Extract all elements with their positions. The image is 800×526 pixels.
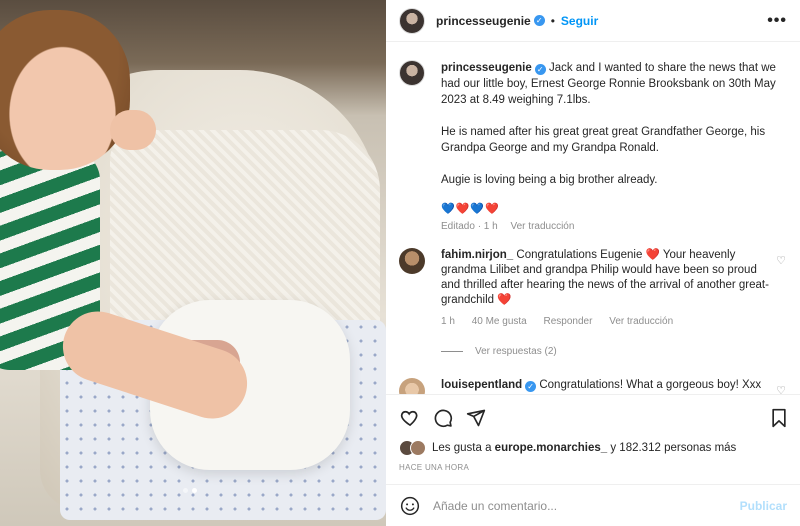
comment-item: louisepentland ✓ Congratulations! What a … — [399, 378, 794, 394]
caption-text: princesseugenie ✓ Jack and I wanted to sh… — [441, 60, 794, 188]
instagram-post-modal: princesseugenie ✓ • Seguir ••• princesse… — [0, 0, 800, 526]
likes-text: Les gusta a europe.monarchies_ y 182.312… — [432, 442, 736, 454]
toddler-head — [0, 10, 130, 170]
comment-input[interactable] — [433, 498, 713, 513]
caption-author-avatar[interactable] — [399, 60, 425, 86]
comment-like-icon[interactable]: ♡ — [776, 254, 786, 267]
caption-emojis: 💙❤️💙❤️ — [441, 203, 500, 215]
toddler-hand — [110, 110, 156, 150]
header-separator: • — [550, 13, 555, 28]
commenter-avatar[interactable] — [399, 378, 425, 394]
post-caption: princesseugenie ✓ Jack and I wanted to sh… — [399, 60, 794, 232]
verified-icon: ✓ — [525, 381, 537, 392]
comment-translate-link[interactable]: Ver traducción — [609, 316, 673, 327]
commenter-username[interactable]: fahim.nirjon_ — [441, 249, 513, 261]
see-translation-link[interactable]: Ver traducción — [511, 221, 575, 232]
verified-icon: ✓ — [533, 15, 545, 26]
edited-label: Editado · 1 h — [441, 221, 498, 232]
share-icon[interactable] — [465, 407, 487, 429]
save-icon[interactable] — [768, 407, 790, 429]
comment-meta: 1 h 40 Me gusta Responder Ver traducción — [441, 316, 794, 327]
carousel-dot-active — [192, 488, 197, 493]
post-header: princesseugenie ✓ • Seguir ••• — [386, 0, 800, 42]
author-avatar[interactable] — [399, 7, 425, 34]
likes-user[interactable]: europe.monarchies_ — [495, 442, 607, 454]
comment-item: fahim.nirjon_ Congratulations Eugenie ❤️… — [399, 248, 794, 327]
replies-divider — [441, 351, 463, 352]
caption-paragraph-2: He is named after his great great great … — [441, 126, 766, 154]
comments-scroll-area[interactable]: princesseugenie ✓ Jack and I wanted to sh… — [386, 42, 800, 394]
heart-icon[interactable] — [399, 407, 421, 429]
view-replies-label: Ver respuestas (2) — [475, 346, 557, 357]
action-bar — [386, 394, 800, 438]
verified-icon: ✓ — [534, 64, 546, 75]
caption-paragraph-3: Augie is loving being a big brother alre… — [441, 174, 658, 186]
likes-summary[interactable]: Les gusta a europe.monarchies_ y 182.312… — [399, 440, 736, 456]
comment-text: Congratulations! What a gorgeous boy! Xx… — [539, 379, 762, 391]
caption-meta: Editado · 1 h Ver traducción — [441, 221, 794, 232]
emoji-icon[interactable] — [399, 495, 421, 517]
comment-icon[interactable] — [432, 407, 454, 429]
post-timestamp: HACE UNA HORA — [399, 463, 470, 472]
carousel-dots — [183, 488, 197, 493]
caption-username[interactable]: princesseugenie — [441, 62, 532, 74]
more-options-icon[interactable]: ••• — [767, 12, 787, 30]
reply-button[interactable]: Responder — [544, 316, 593, 327]
comment-time: 1 h — [441, 316, 455, 327]
commenter-username[interactable]: louisepentland — [441, 379, 522, 391]
comment-body: fahim.nirjon_ Congratulations Eugenie ❤️… — [441, 248, 794, 308]
carousel-dot — [183, 488, 188, 493]
publish-button[interactable]: Publicar — [740, 499, 787, 513]
likes-suffix[interactable]: y 182.312 personas más — [610, 442, 736, 454]
view-replies-button[interactable]: Ver respuestas (2) — [441, 346, 557, 357]
post-side-panel: princesseugenie ✓ • Seguir ••• princesse… — [386, 0, 800, 526]
liker-avatar — [410, 440, 426, 456]
commenter-avatar[interactable] — [399, 248, 425, 274]
author-username[interactable]: princesseugenie — [436, 14, 531, 28]
comment-likes-count[interactable]: 40 Me gusta — [472, 316, 527, 327]
comment-like-icon[interactable]: ♡ — [776, 384, 786, 394]
likes-prefix: Les gusta a — [432, 442, 492, 454]
add-comment-bar: Publicar — [386, 484, 800, 526]
post-photo[interactable] — [0, 0, 386, 526]
comment-body: louisepentland ✓ Congratulations! What a … — [441, 378, 794, 393]
follow-button[interactable]: Seguir — [561, 14, 598, 28]
